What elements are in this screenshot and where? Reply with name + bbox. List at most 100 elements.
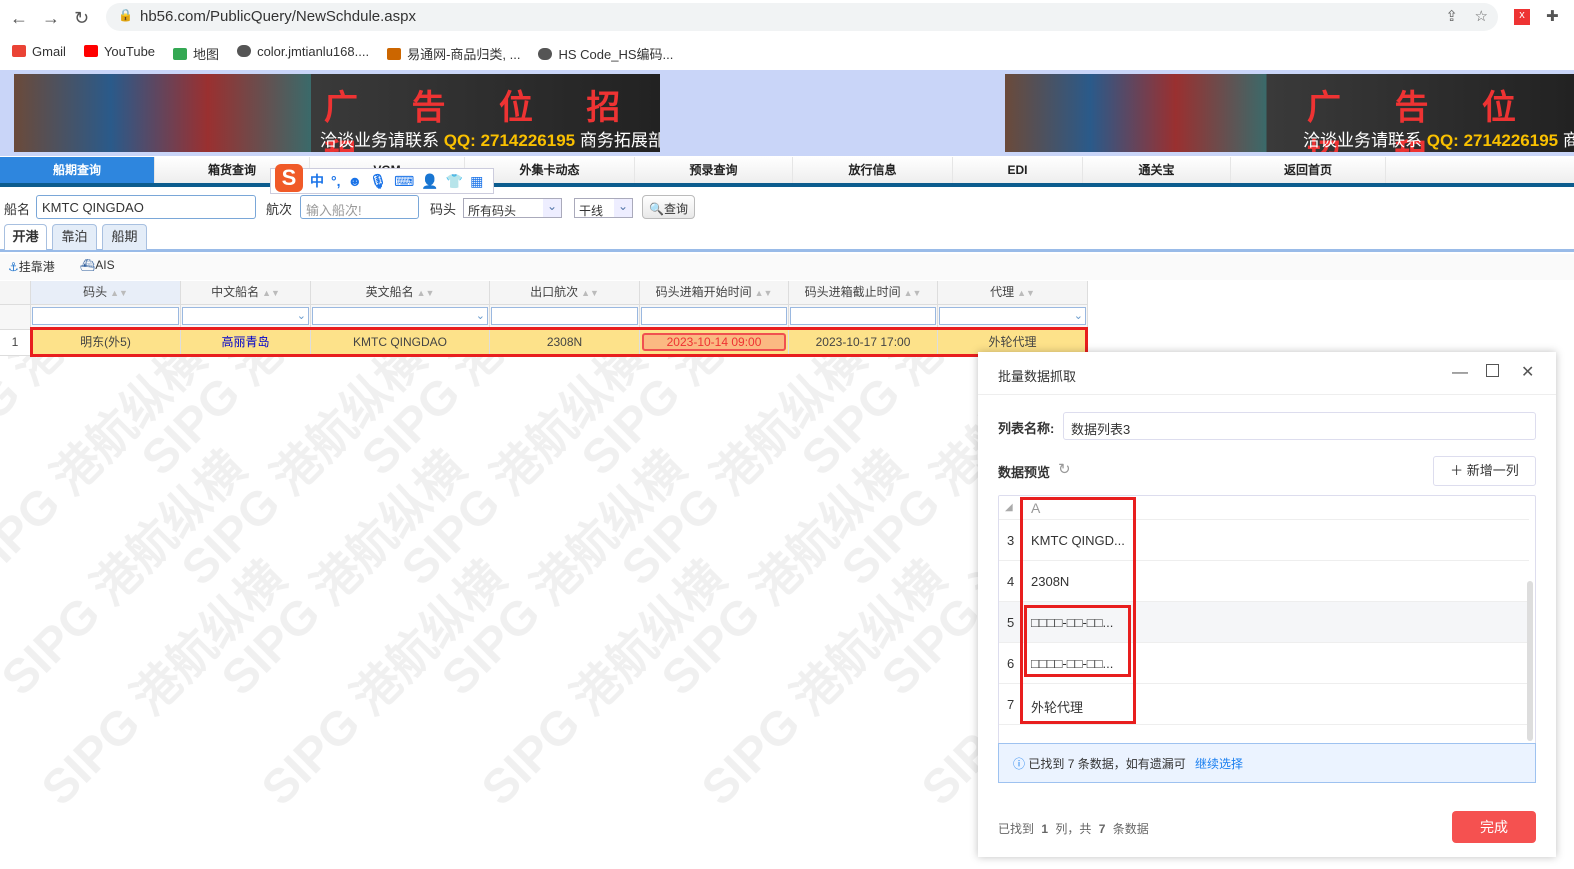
- tab-strip: 开港 靠泊 船期: [0, 224, 1574, 252]
- info-icon: ⓘ: [1013, 757, 1026, 771]
- punctuation-icon[interactable]: °,: [331, 173, 341, 189]
- filter-select[interactable]: ⌄: [312, 307, 488, 325]
- menu-edi[interactable]: EDI: [953, 157, 1083, 183]
- anchor-icon: ⚓: [8, 260, 19, 274]
- column-header[interactable]: 码头进箱开始时间 ▲▼: [640, 281, 789, 305]
- voyage-input[interactable]: 输入船次!: [300, 195, 419, 219]
- apps-icon[interactable]: ▦: [470, 173, 483, 190]
- bookmark-label: 地图: [193, 47, 220, 62]
- column-header[interactable]: 码头 ▲▼: [31, 281, 181, 305]
- bookmark-maps[interactable]: 地图: [173, 44, 219, 62]
- skin-icon[interactable]: 👕: [446, 173, 463, 190]
- forward-icon[interactable]: →: [42, 8, 60, 29]
- bookmark-etong[interactable]: 易通网-商品归类, ...: [387, 44, 520, 62]
- port-button[interactable]: ⚓挂靠港: [8, 258, 55, 275]
- gmail-icon: [12, 45, 26, 57]
- list-name-input[interactable]: 数据列表3: [1063, 412, 1536, 440]
- row-number-header: [0, 281, 31, 305]
- maximize-icon[interactable]: [1486, 364, 1499, 377]
- scrollbar[interactable]: [1527, 581, 1533, 741]
- dialog-header: 批量数据抓取: [978, 352, 1556, 395]
- watermark-text: SIPG 港航纵横: [212, 441, 476, 706]
- column-header[interactable]: 代理 ▲▼: [938, 281, 1088, 305]
- menu-schedule[interactable]: 船期查询: [0, 157, 155, 183]
- summary-prefix: 已找到: [998, 822, 1035, 836]
- sogou-logo-icon[interactable]: S: [275, 164, 303, 192]
- column-header[interactable]: 中文船名 ▲▼: [181, 281, 311, 305]
- row-number: 1: [0, 330, 31, 356]
- minimize-icon[interactable]: —: [1452, 364, 1468, 382]
- port-label: 挂靠港: [18, 260, 55, 274]
- puzzle-icon[interactable]: ✚: [1546, 7, 1559, 25]
- filter-input[interactable]: [32, 307, 179, 325]
- list-name-label: 列表名称:: [998, 421, 1055, 436]
- tab-open-port[interactable]: 开港: [4, 224, 47, 250]
- bookmark-gmail[interactable]: Gmail: [12, 44, 66, 62]
- extension-icon[interactable]: x: [1514, 9, 1530, 25]
- globe-icon: [538, 48, 553, 60]
- ad-banner[interactable]: 广 告 位 招 租 洽谈业务请联系 QQ: 2714226195 商务拓展部: [1005, 74, 1574, 152]
- add-column-button[interactable]: ＋ 新增一列: [1433, 456, 1536, 486]
- back-icon[interactable]: ←: [10, 8, 28, 29]
- reload-icon[interactable]: ↻: [74, 8, 89, 29]
- select-all-corner-icon[interactable]: ◢: [1005, 502, 1013, 513]
- line-select[interactable]: 干线 ⌄: [574, 198, 633, 218]
- column-label: 码头进箱开始时间: [655, 285, 752, 299]
- menu-prerecord[interactable]: 预录查询: [635, 157, 793, 183]
- user-icon[interactable]: 👤: [421, 173, 438, 190]
- column-label: 码头: [83, 285, 108, 299]
- menu-customs[interactable]: 通关宝: [1083, 157, 1231, 183]
- watermark-text: SIPG 港航纵横: [432, 441, 696, 706]
- share-icon[interactable]: ⇪: [1445, 7, 1458, 25]
- mic-icon[interactable]: 🎙: [369, 173, 387, 190]
- summary-row-count: 7: [1098, 822, 1106, 836]
- terminal-select[interactable]: 所有码头 ⌄: [463, 198, 562, 218]
- bookmark-youtube[interactable]: YouTube: [83, 44, 155, 62]
- watermark-text: SIPG 港航纵横: [172, 355, 436, 596]
- watermark-text: SIPG 港航纵横: [652, 441, 916, 706]
- ime-mode[interactable]: 中: [310, 171, 324, 191]
- url-text: hb56.com/PublicQuery/NewSchdule.aspx: [140, 8, 416, 25]
- ship-name-input[interactable]: KMTC QINGDAO: [36, 195, 256, 219]
- done-button[interactable]: 完成: [1452, 811, 1536, 843]
- query-button[interactable]: 🔍查询: [642, 195, 695, 219]
- filter-input[interactable]: [641, 307, 787, 325]
- sort-icon: ▲▼: [903, 288, 922, 298]
- bookmark-color[interactable]: color.jmtianlu168....: [237, 44, 369, 62]
- preview-label: 数据预览: [998, 465, 1051, 480]
- preview-row-number: 4: [1007, 574, 1015, 589]
- filter-input[interactable]: [790, 307, 936, 325]
- filter-input[interactable]: [491, 307, 638, 325]
- site-icon: [387, 48, 402, 60]
- menu-home[interactable]: 返回首页: [1231, 157, 1386, 183]
- bookmark-label: 易通网-商品归类, ...: [407, 47, 521, 62]
- refresh-icon[interactable]: ↻: [1058, 460, 1071, 478]
- keyboard-icon[interactable]: ⌨: [394, 173, 414, 190]
- watermark-layer: SIPG 港航纵横 SIPG 港航纵横 SIPG 港航纵横 SIPG 港航纵横 SIPG…: [0, 355, 980, 869]
- star-icon[interactable]: ☆: [1475, 7, 1488, 25]
- close-icon[interactable]: ✕: [1521, 362, 1534, 382]
- column-header[interactable]: 出口航次 ▲▼: [490, 281, 640, 305]
- bookmark-hscode[interactable]: HS Code_HS编码...: [538, 44, 673, 62]
- bookmark-label: Gmail: [32, 44, 66, 59]
- column-label: 中文船名: [211, 285, 260, 299]
- emoji-icon[interactable]: ☻: [348, 173, 363, 189]
- watermark-text: SIPG 港航纵横: [32, 551, 296, 816]
- column-header[interactable]: 英文船名 ▲▼: [311, 281, 490, 305]
- address-bar[interactable]: 🔒 hb56.com/PublicQuery/NewSchdule.aspx ⇪…: [106, 3, 1498, 31]
- tab-berthing[interactable]: 靠泊: [52, 224, 97, 250]
- continue-select-link[interactable]: 继续选择: [1195, 757, 1243, 771]
- filter-select[interactable]: ⌄: [182, 307, 309, 325]
- menu-release[interactable]: 放行信息: [793, 157, 953, 183]
- ad-banner[interactable]: 广 告 位 招 租 洽谈业务请联系 QQ: 2714226195 商务拓展部: [14, 74, 660, 152]
- filter-spacer: [0, 305, 31, 330]
- voyage-label: 航次: [266, 202, 293, 217]
- column-header[interactable]: 码头进箱截止时间 ▲▼: [789, 281, 938, 305]
- tab-schedule[interactable]: 船期: [102, 224, 147, 250]
- summary-text: 已找到 1 列，共 7 条数据: [998, 820, 1149, 837]
- plus-icon: ＋: [1450, 463, 1467, 478]
- ais-button[interactable]: ⛴AIS: [80, 258, 115, 272]
- chevron-down-icon: ⌄: [475, 310, 485, 322]
- watermark-text: SIPG 港航纵横: [252, 551, 516, 816]
- filter-select[interactable]: ⌄: [939, 307, 1086, 325]
